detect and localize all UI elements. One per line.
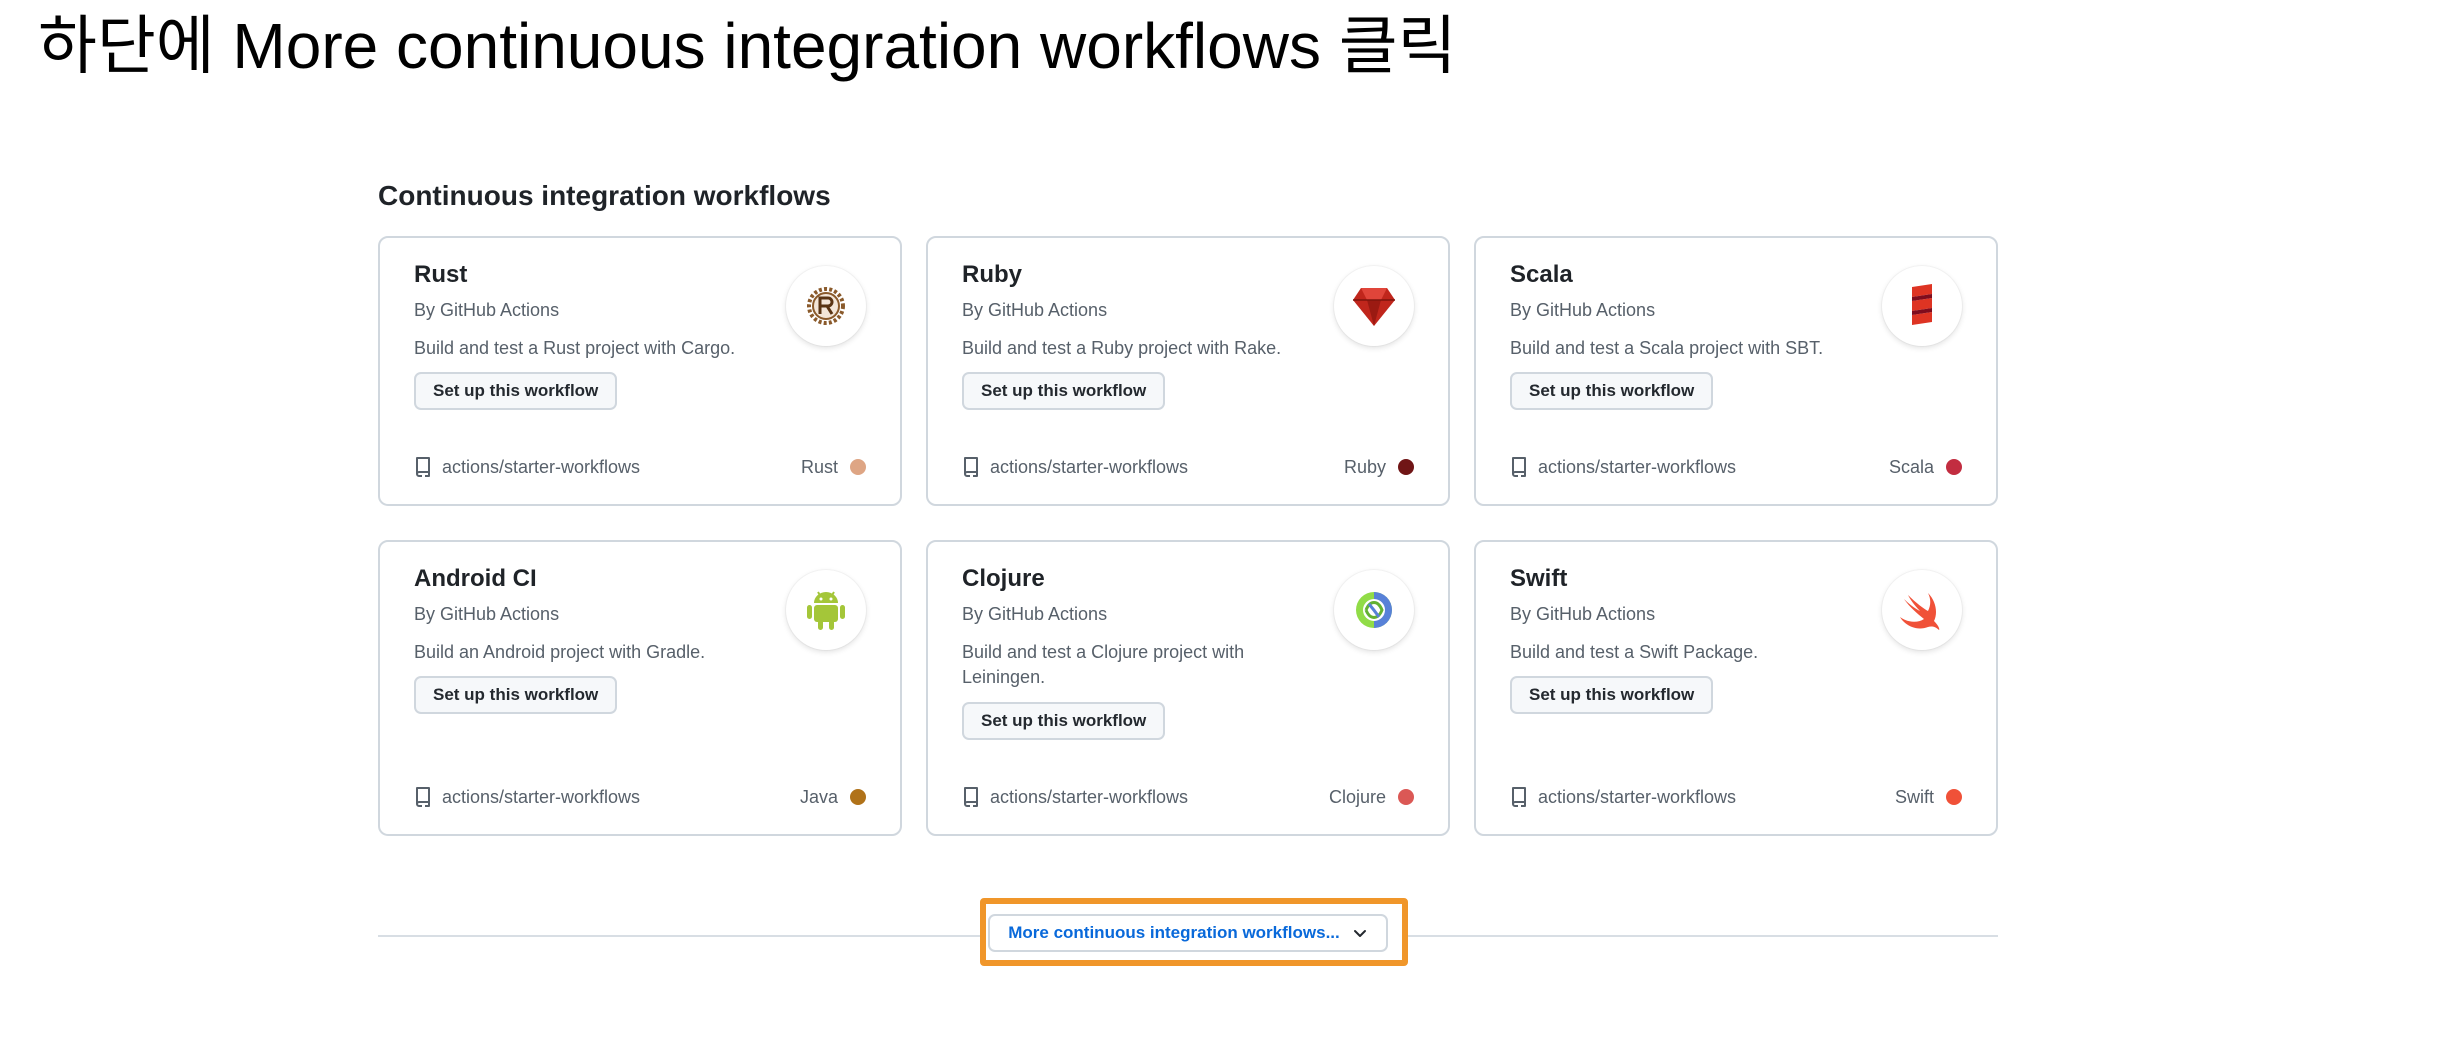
language-label: Scala: [1888, 456, 1934, 477]
clojure-logo-icon: [1334, 570, 1414, 650]
ruby-logo-icon: [1334, 266, 1414, 346]
rust-logo-icon: [786, 266, 866, 346]
language-label: Swift: [1894, 786, 1934, 807]
workflow-description: Build and test a Swift Package.: [1510, 642, 1759, 662]
workflow-author: By GitHub Actions: [414, 604, 560, 624]
workflow-footer: actions/starter-workflows Clojure: [962, 784, 1414, 810]
setup-workflow-button[interactable]: Set up this workflow: [414, 372, 618, 410]
repo-icon: [962, 786, 982, 808]
workflow-description: Build an Android project with Gradle.: [414, 642, 706, 662]
repo-name: actions/starter-workflows: [990, 456, 1189, 477]
more-workflows-label: More continuous integration workflows...: [1008, 923, 1340, 942]
workflow-footer: actions/starter-workflows Scala: [1510, 454, 1962, 480]
workflow-footer: actions/starter-workflows Ruby: [962, 454, 1414, 480]
workflow-author: By GitHub Actions: [1510, 604, 1656, 624]
language-label: Clojure: [1328, 786, 1386, 807]
swift-logo-icon: [1882, 570, 1962, 650]
setup-workflow-button[interactable]: Set up this workflow: [962, 702, 1166, 740]
language-color-dot: [1946, 459, 1962, 475]
language-color-dot: [850, 789, 866, 805]
language-label: Ruby: [1343, 456, 1386, 477]
workflow-card-swift: Swift By GitHub Actions Build and test a…: [1474, 540, 1998, 836]
workflow-grid: Rust By GitHub Actions Build and test a …: [378, 236, 1998, 836]
workflow-name: Swift: [1510, 565, 1568, 592]
more-workflows-button[interactable]: More continuous integration workflows...: [988, 914, 1388, 952]
workflow-card-ruby: Ruby By GitHub Actions Build and test a …: [926, 236, 1450, 506]
repo-icon: [1510, 786, 1530, 808]
workflow-card-scala: Scala By GitHub Actions Build and test a…: [1474, 236, 1998, 506]
workflow-footer: actions/starter-workflows Swift: [1510, 784, 1962, 810]
workflow-footer: actions/starter-workflows Rust: [414, 454, 866, 480]
language-color-dot: [1398, 459, 1414, 475]
workflow-description: Build and test a Rust project with Cargo…: [414, 338, 736, 358]
workflow-name: Clojure: [962, 565, 1045, 592]
repo-icon: [414, 786, 434, 808]
repo-name: actions/starter-workflows: [1538, 786, 1737, 807]
repo-name: actions/starter-workflows: [1538, 456, 1737, 477]
repo-name: actions/starter-workflows: [442, 786, 641, 807]
workflow-description: Build and test a Scala project with SBT.: [1510, 338, 1824, 358]
workflow-name: Android CI: [414, 565, 537, 592]
repo-icon: [1510, 456, 1530, 478]
setup-workflow-button[interactable]: Set up this workflow: [1510, 676, 1714, 714]
repo-name: actions/starter-workflows: [442, 456, 641, 477]
language-color-dot: [1946, 789, 1962, 805]
workflow-description: Build and test a Clojure project with Le…: [962, 642, 1245, 687]
workflow-author: By GitHub Actions: [962, 300, 1108, 320]
workflow-author: By GitHub Actions: [1510, 300, 1656, 320]
repo-name: actions/starter-workflows: [990, 786, 1189, 807]
instruction-caption: 하단에 More continuous integration workflow…: [38, 10, 1457, 82]
setup-workflow-button[interactable]: Set up this workflow: [1510, 372, 1714, 410]
chevron-down-icon: [1352, 925, 1368, 941]
android-logo-icon: [786, 570, 866, 650]
repo-icon: [414, 456, 434, 478]
workflow-card-clojure: Clojure By GitHub Actions Build and test…: [926, 540, 1450, 836]
language-color-dot: [1398, 789, 1414, 805]
workflow-name: Ruby: [962, 261, 1022, 288]
workflow-name: Rust: [414, 261, 468, 288]
workflow-author: By GitHub Actions: [962, 604, 1108, 624]
language-color-dot: [850, 459, 866, 475]
setup-workflow-button[interactable]: Set up this workflow: [962, 372, 1166, 410]
language-label: Java: [799, 786, 838, 807]
setup-workflow-button[interactable]: Set up this workflow: [414, 676, 618, 714]
workflow-card-rust: Rust By GitHub Actions Build and test a …: [378, 236, 902, 506]
scala-logo-icon: [1882, 266, 1962, 346]
workflow-card-android-ci: Android CI By GitHub Actions Build an An…: [378, 540, 902, 836]
language-label: Rust: [800, 456, 838, 477]
workflow-description: Build and test a Ruby project with Rake.: [962, 338, 1282, 358]
workflow-name: Scala: [1510, 261, 1573, 288]
workflow-footer: actions/starter-workflows Java: [414, 784, 866, 810]
section-title: Continuous integration workflows: [378, 180, 831, 211]
repo-icon: [962, 456, 982, 478]
workflow-author: By GitHub Actions: [414, 300, 560, 320]
